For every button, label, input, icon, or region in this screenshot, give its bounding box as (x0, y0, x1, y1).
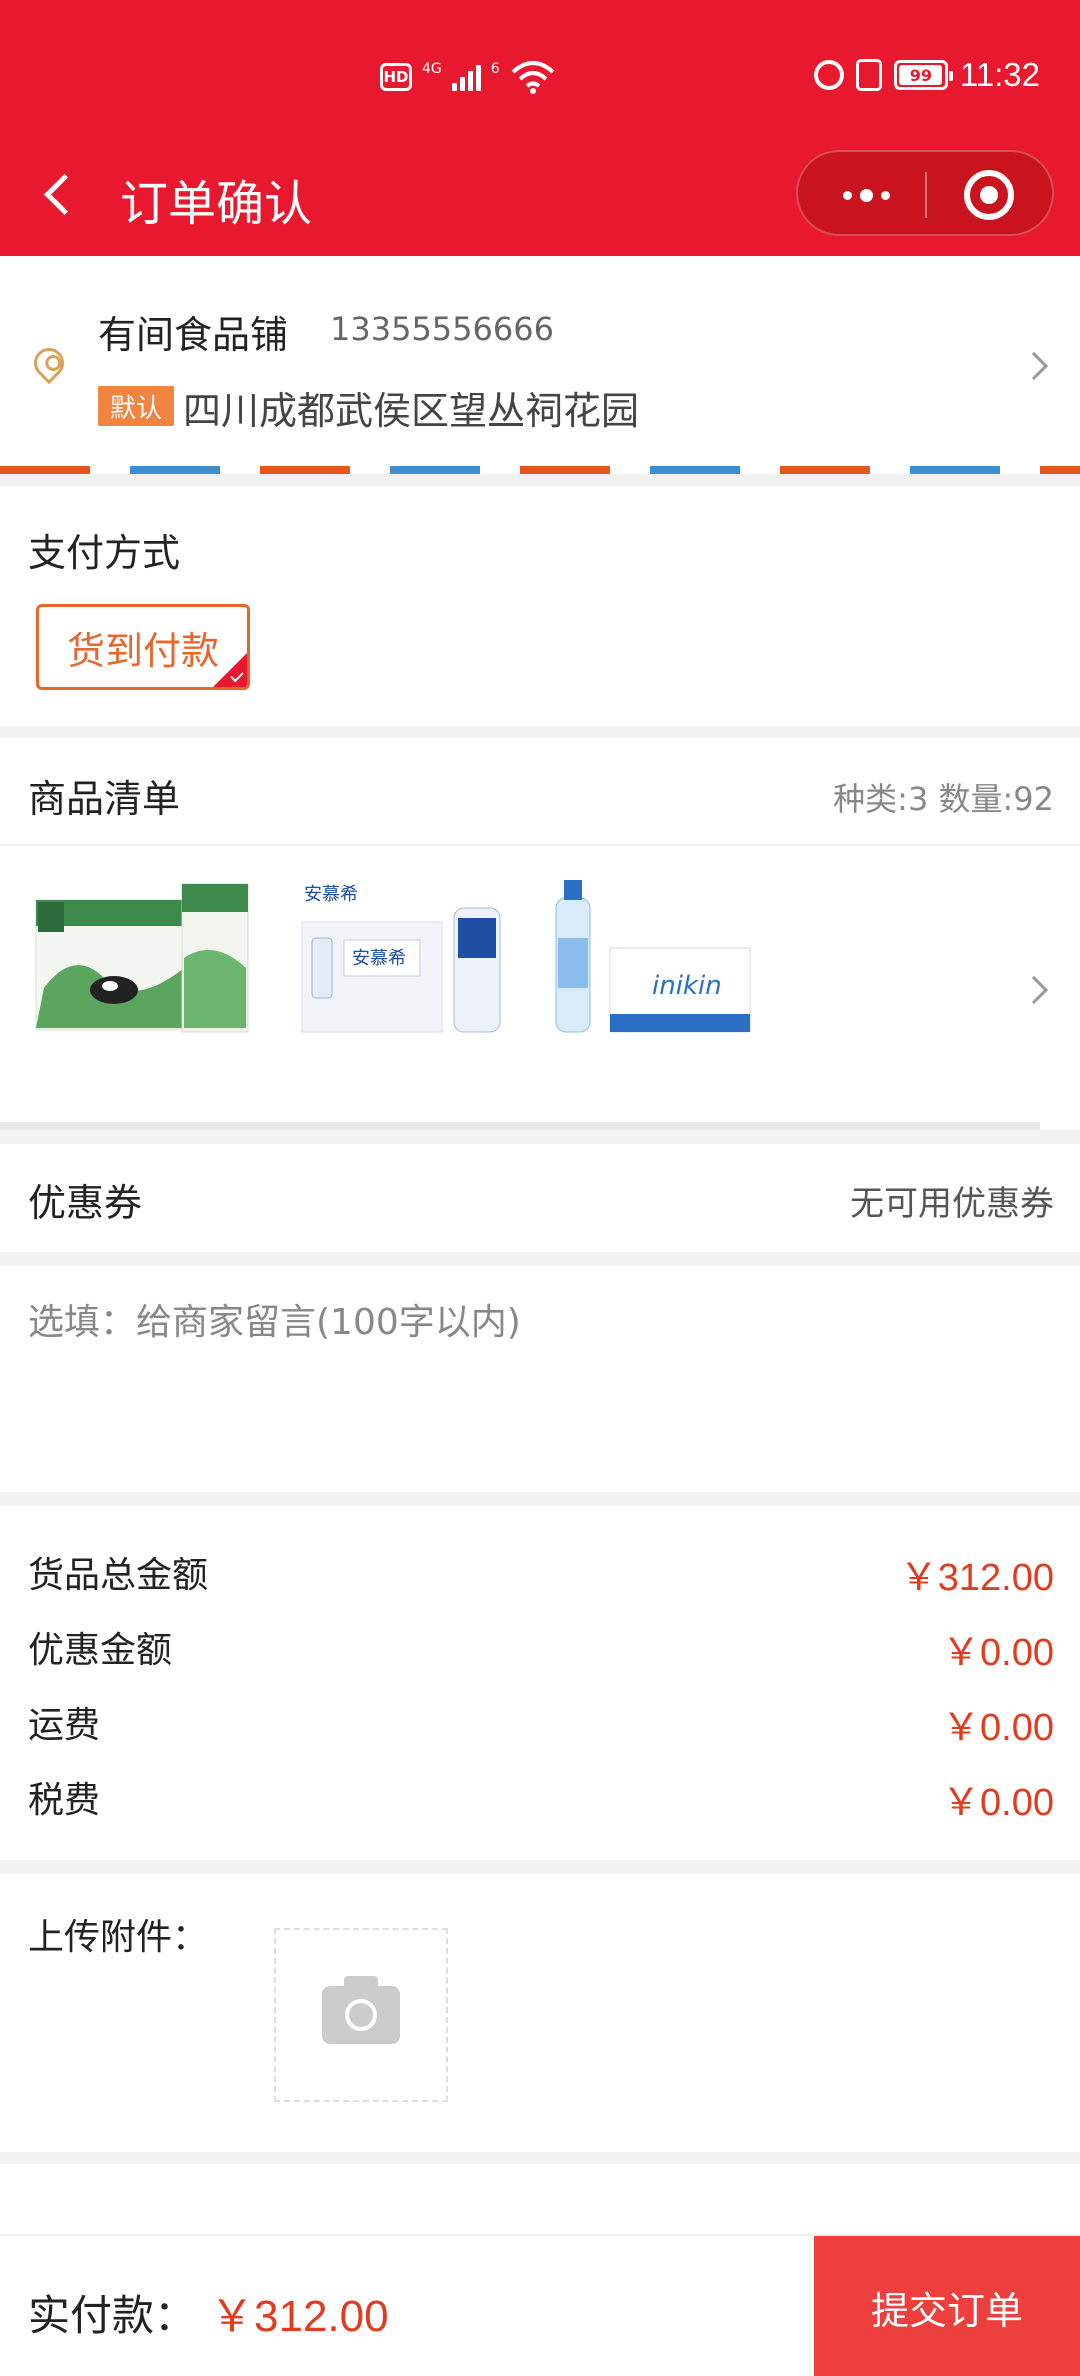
network-type: 4G (422, 61, 442, 77)
upload-photo-button[interactable] (274, 1928, 448, 2102)
amount-value: ￥0.00 (942, 1707, 1054, 1749)
upload-section: 上传附件： (0, 1874, 1080, 2152)
goods-meta: 种类:3 数量:92 (833, 780, 1054, 818)
product-thumb-yogurt: 安慕希 安慕希 (301, 884, 501, 1033)
total-value: ￥312.00 (210, 2292, 389, 2341)
capsule-divider (925, 172, 927, 218)
back-button[interactable] (40, 172, 80, 218)
note-section (0, 1266, 1080, 1492)
amount-value: ￥312.00 (899, 1557, 1054, 1599)
payment-title: 支付方式 (28, 531, 181, 575)
payment-option-cod[interactable]: 货到付款 (36, 604, 250, 690)
signal-icon (451, 63, 481, 91)
amount-row-shipping: 运费 ￥0.00 (0, 1696, 1080, 1756)
amount-row-discount: 优惠金额 ￥0.00 (0, 1621, 1080, 1681)
amounts-section: 货品总金额 ￥312.00 优惠金额 ￥0.00 运费 ￥0.00 税费 ￥0.… (0, 1506, 1080, 1860)
svg-text:inikin: inikin (652, 971, 722, 1001)
battery-icon: 99 (893, 60, 953, 90)
camera-icon (322, 1976, 400, 2044)
network-indicators: HD 4G 6 (380, 60, 556, 94)
amount-label: 运费 (28, 1705, 101, 1746)
amount-row-tax: 税费 ￥0.00 (0, 1771, 1080, 1831)
product-thumb-milk (35, 883, 249, 1033)
amount-label: 货品总金额 (28, 1555, 209, 1596)
page-title: 订单确认 (120, 176, 313, 232)
amount-row-total: 货品总金额 ￥312.00 (0, 1546, 1080, 1606)
message-input[interactable] (28, 1292, 1048, 1352)
goods-title: 商品清单 (28, 777, 181, 821)
battery-level: 99 (909, 65, 932, 85)
header: HD 4G 6 99 11:32 订单确认 (0, 0, 1080, 256)
address-stripe (0, 466, 1080, 474)
coupon-value: 无可用优惠券 (850, 1184, 1054, 1224)
close-target-icon[interactable] (964, 170, 1014, 220)
address-text: 四川成都武侯区望丛祠花园 (183, 389, 640, 433)
nav-bar: 订单确认 (0, 150, 1080, 240)
svg-text:安慕希: 安慕希 (352, 948, 406, 969)
selected-corner (213, 653, 247, 687)
chevron-right-icon (1019, 351, 1049, 381)
default-tag: 默认 (98, 386, 174, 426)
goods-scrollbar (0, 1122, 1040, 1130)
amount-value: ￥0.00 (942, 1782, 1054, 1824)
address-phone: 13355556666 (330, 310, 554, 348)
address-name: 有间食品铺 (98, 313, 289, 357)
status-bar: HD 4G 6 99 11:32 (0, 0, 1080, 150)
amount-label: 优惠金额 (28, 1630, 173, 1671)
hd-icon: HD (380, 63, 412, 91)
mini-program-capsule (796, 150, 1054, 236)
svg-text:安慕希: 安慕希 (304, 884, 358, 905)
upload-label: 上传附件： (28, 1917, 209, 1958)
total-label: 实付款： (28, 2291, 197, 2340)
wifi-icon (511, 61, 555, 94)
product-thumb-water: inikin (555, 880, 751, 1033)
payment-section: 支付方式 货到付款 (0, 486, 1080, 726)
wifi-badge: 6 (490, 61, 500, 77)
coupon-title: 优惠券 (28, 1181, 143, 1225)
submit-order-button[interactable]: 提交订单 (814, 2236, 1080, 2376)
alarm-icon (813, 60, 844, 90)
status-right: 99 11:32 (813, 56, 1040, 94)
payment-option-label: 货到付款 (66, 628, 219, 673)
clock: 11:32 (959, 56, 1040, 93)
amount-label: 税费 (28, 1780, 101, 1821)
amount-value: ￥0.00 (942, 1632, 1054, 1674)
vibrate-icon (855, 59, 882, 91)
address-card[interactable]: 有间食品铺 13355556666 默认 四川成都武侯区望丛祠花园 (0, 256, 1080, 474)
location-icon (27, 341, 71, 385)
spacer (0, 2164, 1080, 2234)
chevron-right-icon (1019, 975, 1049, 1005)
bottom-bar: 实付款： ￥312.00 提交订单 (0, 2234, 1080, 2376)
goods-divider (0, 844, 1080, 846)
more-icon[interactable] (834, 152, 898, 238)
coupon-row[interactable]: 优惠券 无可用优惠券 (0, 1144, 1080, 1252)
goods-section[interactable]: 商品清单 种类:3 数量:92 安慕希 安慕希 inikin (0, 738, 1080, 1130)
